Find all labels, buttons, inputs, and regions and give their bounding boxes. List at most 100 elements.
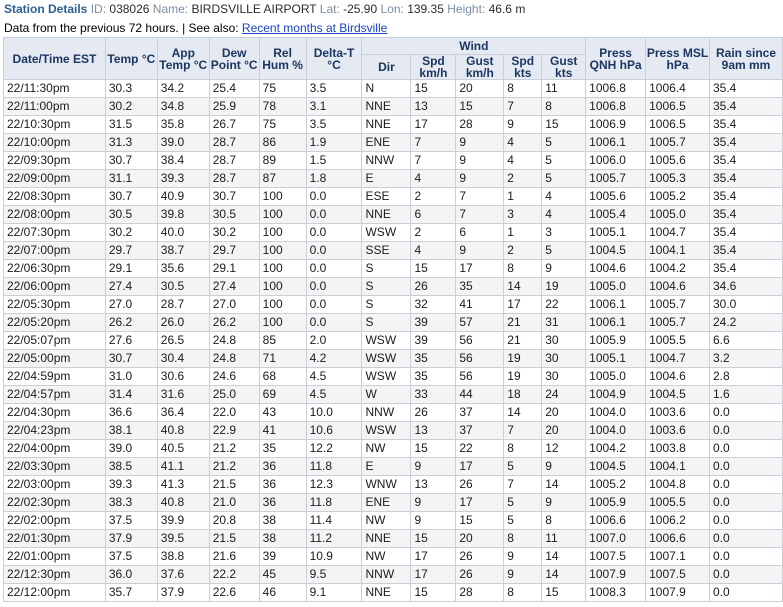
table-cell: 0.0 (709, 439, 783, 458)
table-row: 22/08:30pm 30.7 40.9 30.7 100 0.0 ESE 2 7 1 4 1005.… (3, 187, 783, 206)
col-header-press-qnh: Press QNH hPa (585, 37, 647, 80)
table-cell: 9 (541, 493, 587, 512)
table-cell: 9 (455, 241, 505, 260)
table-cell: 7 (455, 205, 505, 224)
table-cell: 11 (541, 79, 587, 98)
lat-label: Lat: (319, 2, 340, 16)
table-cell: 1.8 (305, 169, 363, 188)
table-cell: 100 (258, 313, 307, 332)
table-cell: 4.5 (305, 385, 363, 404)
name-label: Name: (152, 2, 189, 16)
table-cell: 0.0 (709, 403, 783, 422)
table-cell: 14 (541, 565, 587, 584)
lon-label: Lon: (380, 2, 404, 16)
table-cell: 1004.7 (645, 349, 710, 368)
table-cell: 8 (503, 583, 543, 602)
table-cell: 100 (258, 259, 307, 278)
table-cell: 26.2 (208, 313, 260, 332)
table-cell: 8 (503, 259, 543, 278)
table-cell: 29.7 (208, 241, 260, 260)
table-cell: NW (361, 439, 412, 458)
col-header-rel-hum: Rel Hum % (258, 37, 307, 80)
table-cell: 14 (541, 475, 587, 494)
table-cell: 11.2 (305, 529, 363, 548)
table-cell: 86 (258, 133, 307, 152)
table-cell: NNE (361, 115, 412, 134)
table-cell: 39 (410, 313, 457, 332)
table-cell: 39.3 (104, 475, 158, 494)
table-cell: 1004.0 (585, 403, 647, 422)
table-row: 22/03:30pm 38.5 41.1 21.2 36 11.8 E 9 17 5 9 1004.5… (3, 457, 783, 476)
table-cell: 0.0 (709, 547, 783, 566)
recent-months-link[interactable]: Recent months at Birdsville (242, 21, 387, 35)
table-cell: 17 (410, 115, 457, 134)
table-cell: 1005.2 (645, 187, 710, 206)
table-cell: 1005.7 (645, 133, 710, 152)
table-cell: NNE (361, 97, 412, 116)
table-cell: W (361, 385, 412, 404)
table-cell: 0.0 (305, 187, 363, 206)
table-cell: 35 (258, 439, 307, 458)
table-cell: 25.4 (208, 79, 260, 98)
table-cell: 22/01:30pm (3, 529, 106, 548)
station-lon: 139.35 (407, 2, 444, 16)
table-cell: 35.4 (709, 169, 783, 188)
table-cell: 9 (455, 151, 505, 170)
table-cell: 22/05:00pm (3, 349, 106, 368)
table-cell: 36 (258, 475, 307, 494)
table-cell: 2 (503, 241, 543, 260)
table-cell: 11.8 (305, 493, 363, 512)
table-cell: 29.1 (104, 259, 158, 278)
table-cell: 22/11:00pm (3, 97, 106, 116)
table-cell: E (361, 169, 412, 188)
table-cell: 22/06:00pm (3, 277, 106, 296)
id-label: ID: (90, 2, 107, 16)
table-cell: 21.5 (208, 529, 260, 548)
table-cell: 29.7 (104, 241, 158, 260)
table-cell: 22/04:23pm (3, 421, 106, 440)
table-cell: 28.7 (208, 133, 260, 152)
table-cell: 30.7 (104, 349, 158, 368)
table-cell: 5 (503, 493, 543, 512)
table-cell: 27.6 (104, 331, 158, 350)
table-cell: 30.0 (709, 295, 783, 314)
table-cell: 21.6 (208, 547, 260, 566)
col-header-delta-t: Delta-T °C (305, 37, 363, 80)
table-cell: 22/07:00pm (3, 241, 106, 260)
table-cell: WSW (361, 349, 412, 368)
table-cell: 22/12:00pm (3, 583, 106, 602)
table-cell: 38 (258, 511, 307, 530)
table-cell: 39 (258, 547, 307, 566)
table-cell: 38.7 (156, 241, 210, 260)
table-cell: 21.2 (208, 457, 260, 476)
table-cell: 1007.5 (585, 547, 647, 566)
table-cell: 22/02:30pm (3, 493, 106, 512)
table-row: 22/04:23pm 38.1 40.8 22.9 41 10.6 WSW 13 37 7 20 10… (3, 421, 783, 440)
table-cell: 0.0 (305, 205, 363, 224)
table-cell: 41.3 (156, 475, 210, 494)
table-cell: 20.8 (208, 511, 260, 530)
table-cell: 45 (258, 565, 307, 584)
table-cell: 87 (258, 169, 307, 188)
table-cell: 35.6 (156, 259, 210, 278)
observations-body: 22/11:30pm 30.3 34.2 25.4 75 3.5 N 15 20 8 11 1006.… (3, 79, 783, 602)
table-cell: 1004.2 (585, 439, 647, 458)
table-cell: 17 (455, 493, 505, 512)
col-header-temp: Temp °C (104, 37, 158, 80)
table-cell: 22 (541, 295, 587, 314)
col-header-wind-gust-kts: Gust kts (541, 54, 587, 80)
table-cell: 35.4 (709, 205, 783, 224)
table-cell: 5 (541, 151, 587, 170)
table-cell: 14 (503, 277, 543, 296)
table-cell: 22/12:30pm (3, 565, 106, 584)
table-cell: 28 (455, 115, 505, 134)
table-cell: WSW (361, 331, 412, 350)
table-row: 22/08:00pm 30.5 39.8 30.5 100 0.0 NNE 6 7 3 4 1005.… (3, 205, 783, 224)
table-cell: 14 (541, 547, 587, 566)
table-cell: 22/04:59pm (3, 367, 106, 386)
table-cell: 4 (410, 169, 457, 188)
table-cell: 41 (455, 295, 505, 314)
table-cell: 15 (410, 583, 457, 602)
table-cell: 26.5 (156, 331, 210, 350)
table-cell: 57 (455, 313, 505, 332)
